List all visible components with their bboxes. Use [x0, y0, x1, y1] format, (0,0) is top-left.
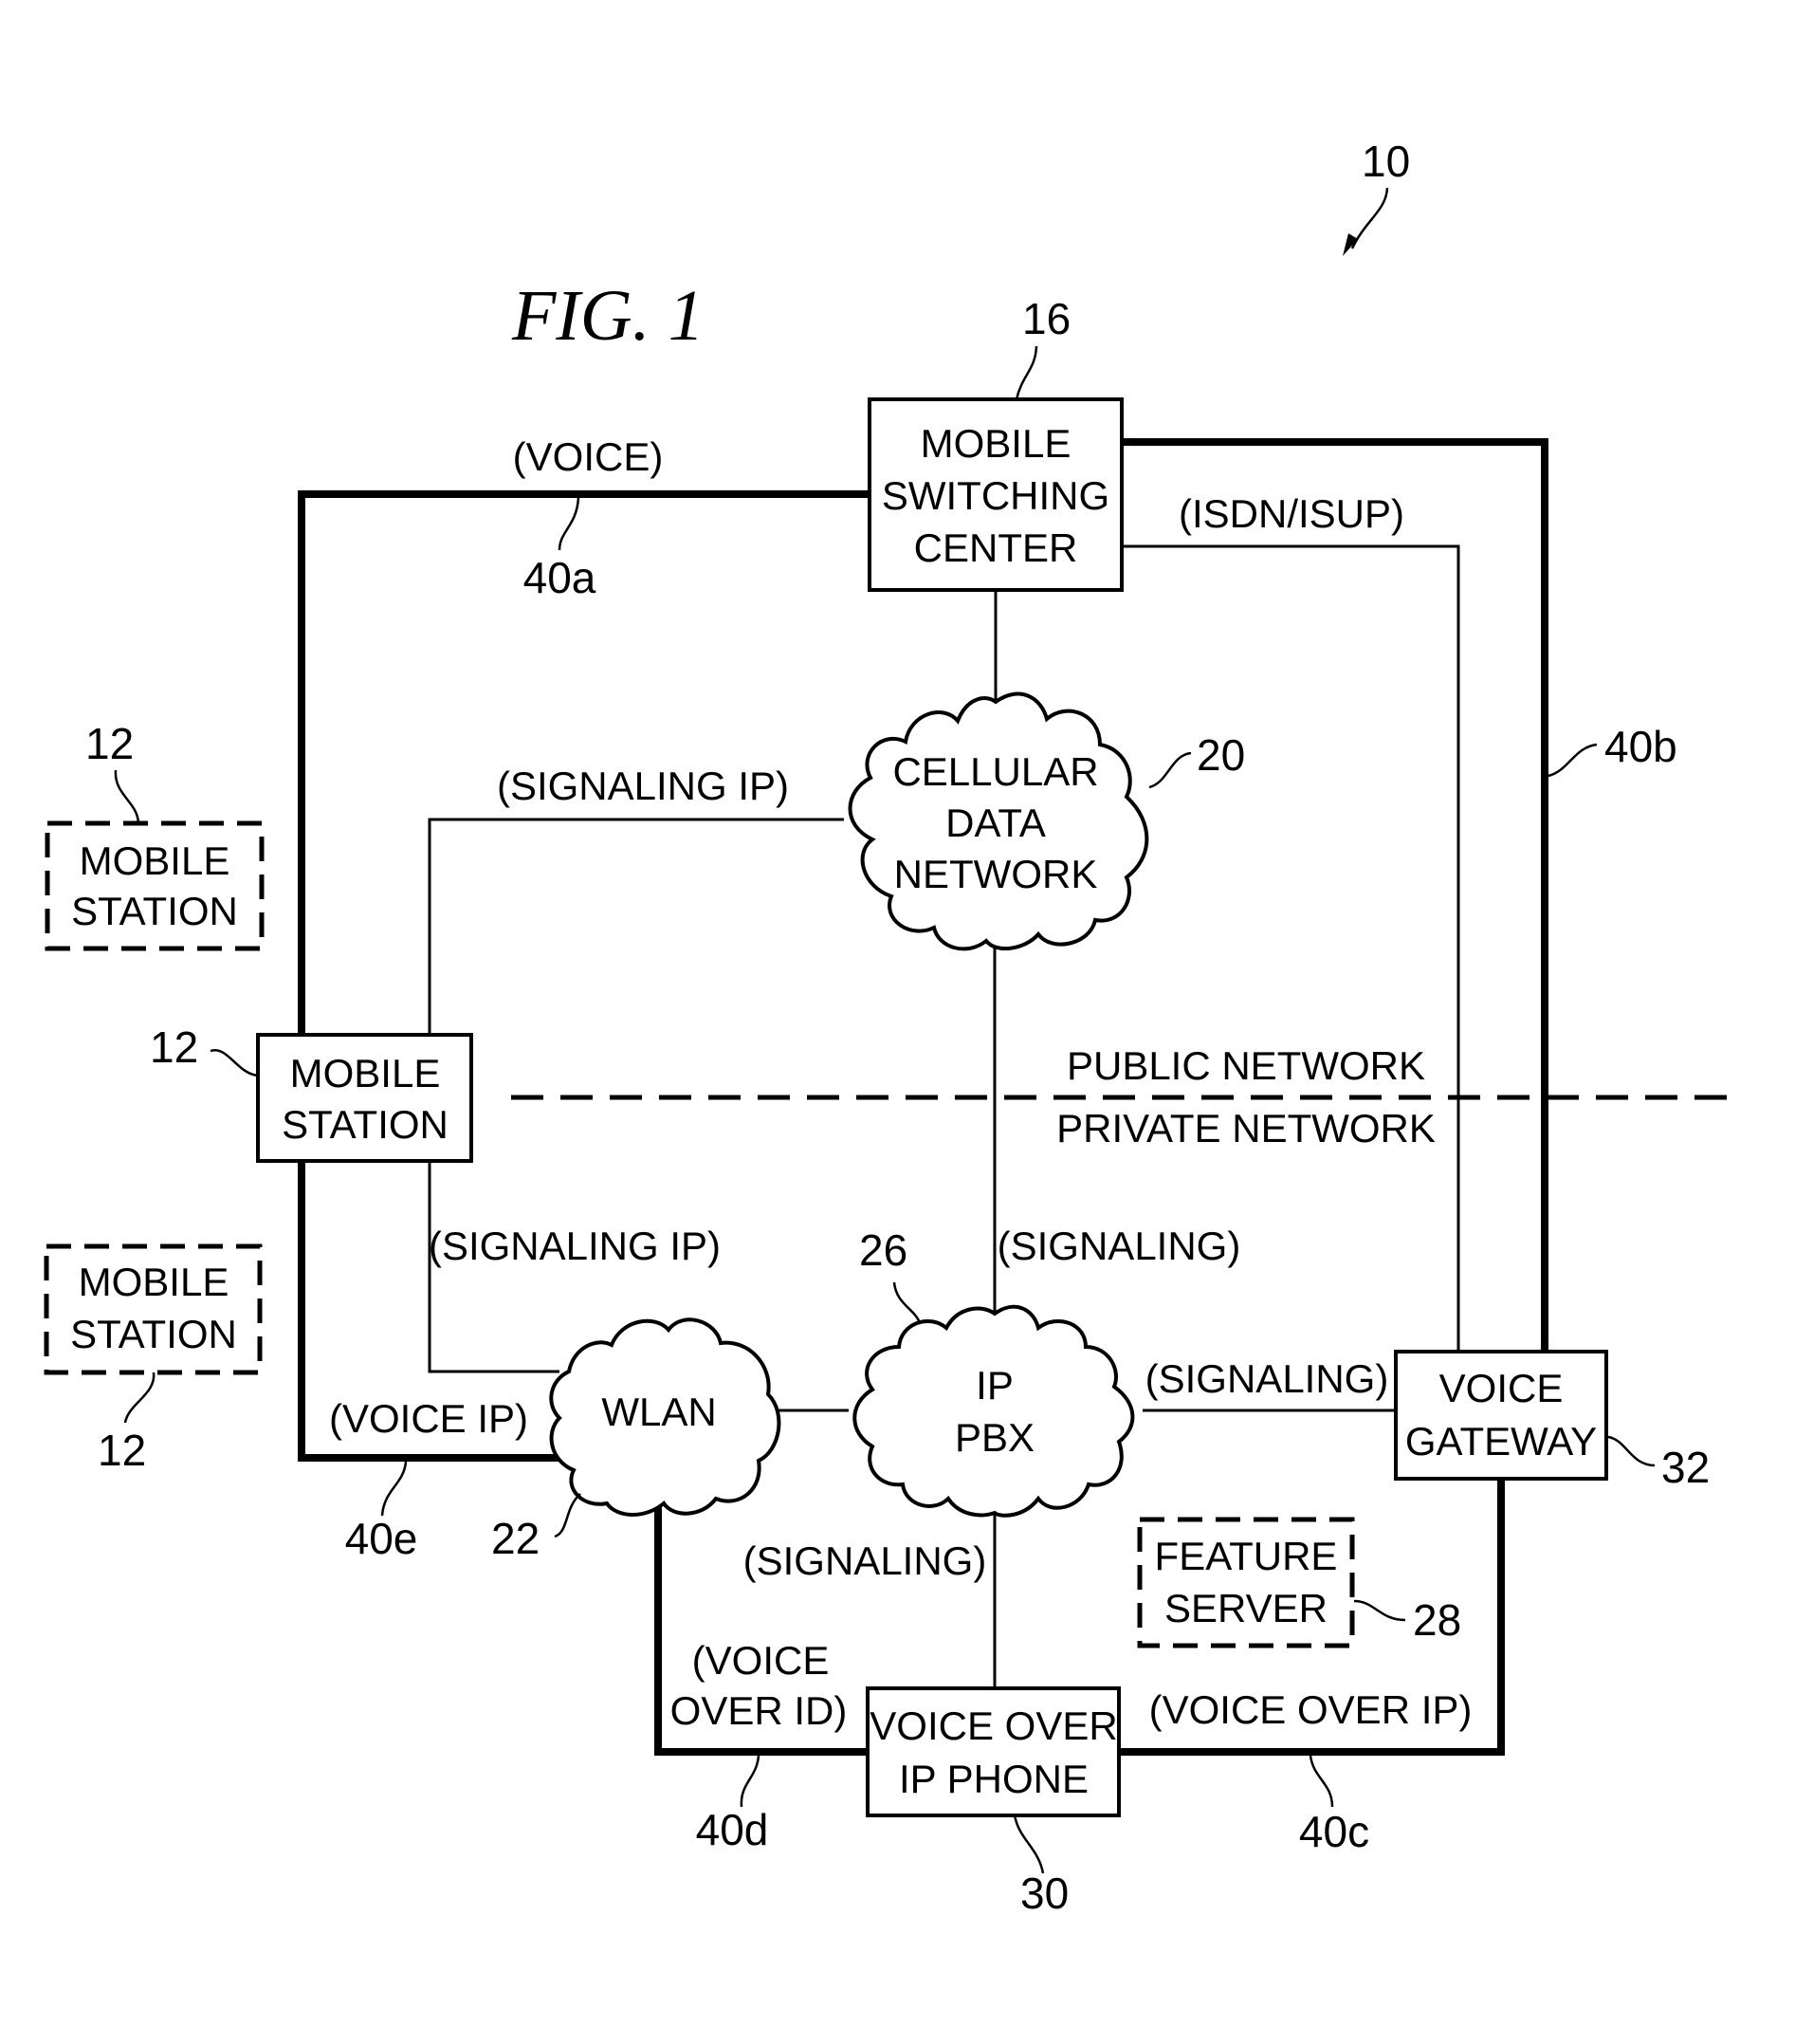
cellular-data-network-cloud: CELLULAR DATA NETWORK — [848, 691, 1149, 951]
ms-lower-leader — [123, 1372, 156, 1424]
ip-pbx-cloud: IP PBX — [852, 1304, 1135, 1518]
mobile-switching-center: MOBILE SWITCHING CENTER — [868, 397, 1124, 592]
ms-main-ref: 12 — [150, 1022, 198, 1072]
svg-text:FEATURE: FEATURE — [1155, 1534, 1338, 1578]
feature-server-ref: 28 — [1413, 1595, 1461, 1645]
phone-leader — [1013, 1814, 1045, 1874]
voice-40a-ref: 40a — [523, 553, 596, 602]
voice-40a-leader — [558, 497, 580, 551]
ms-lower-ref: 12 — [98, 1426, 146, 1475]
voice-40b-ref: 40b — [1604, 722, 1677, 771]
voice-over-ip-phone: VOICE OVER IP PHONE — [866, 1686, 1121, 1817]
svg-text:VOICE OVER: VOICE OVER — [870, 1703, 1117, 1748]
voice-40d-label-line1: (VOICE — [692, 1638, 830, 1683]
isdn-isup-label: (ISDN/ISUP) — [1179, 491, 1404, 536]
svg-text:DATA: DATA — [945, 801, 1046, 845]
system-ref-label: 10 — [1362, 137, 1410, 186]
ms-main-leader — [210, 1049, 259, 1077]
phone-ref: 30 — [1020, 1869, 1069, 1918]
svg-text:STATION: STATION — [70, 1312, 237, 1356]
svg-text:NETWORK: NETWORK — [894, 852, 1098, 896]
signaling-pbx-gateway-label: (SIGNALING) — [1145, 1356, 1389, 1401]
svg-text:IP PHONE: IP PHONE — [899, 1757, 1089, 1801]
msc-ref: 16 — [1022, 294, 1071, 343]
svg-text:SERVER: SERVER — [1164, 1586, 1328, 1630]
public-network-label: PUBLIC NETWORK — [1067, 1043, 1425, 1088]
wlan-cloud: WLAN — [549, 1317, 781, 1517]
svg-text:GATEWAY: GATEWAY — [1405, 1419, 1597, 1464]
svg-text:SWITCHING: SWITCHING — [882, 473, 1109, 518]
voice-40b-leader — [1548, 743, 1598, 778]
gateway-leader — [1607, 1435, 1656, 1467]
voice-40d-ref: 40d — [696, 1805, 769, 1854]
mobile-station-upper-dashed: MOBILE STATION — [45, 820, 265, 951]
svg-text:STATION: STATION — [282, 1102, 449, 1147]
svg-text:MOBILE: MOBILE — [290, 1051, 441, 1096]
mobile-station-main: MOBILE STATION — [256, 1033, 473, 1163]
wlan-leader — [554, 1493, 581, 1538]
wlan-ref: 22 — [491, 1514, 540, 1563]
svg-text:CENTER: CENTER — [914, 525, 1078, 570]
svg-text:MOBILE: MOBILE — [921, 421, 1072, 466]
svg-text:STATION: STATION — [71, 889, 238, 933]
svg-text:VOICE: VOICE — [1439, 1366, 1564, 1410]
feature-server-leader — [1353, 1599, 1406, 1622]
voice-gateway: VOICE GATEWAY — [1394, 1350, 1608, 1481]
voice-link-40b — [1118, 438, 1548, 1355]
voice-40c-ref: 40c — [1299, 1807, 1369, 1856]
svg-text:CELLULAR: CELLULAR — [892, 749, 1098, 794]
svg-text:MOBILE: MOBILE — [79, 1260, 229, 1304]
ip-pbx-ref: 26 — [859, 1225, 907, 1275]
voice-40a-label: (VOICE) — [513, 434, 664, 479]
voice-40d-label-line2: OVER ID) — [670, 1688, 848, 1733]
network-diagram: FIG. 1 10 MOBILE SWITCHING CENTER 16 CEL… — [44, 137, 1731, 1918]
ms-upper-leader — [114, 769, 140, 824]
system-ref-arrow-icon — [1343, 187, 1389, 256]
feature-server-dashed: FEATURE SERVER — [1137, 1517, 1355, 1648]
voice-40d-leader — [740, 1755, 760, 1808]
svg-text:WLAN: WLAN — [601, 1390, 716, 1434]
cellular-ref: 20 — [1197, 730, 1245, 780]
voice-40c-label: (VOICE OVER IP) — [1149, 1687, 1473, 1732]
signaling-pbx-phone-label: (SIGNALING) — [743, 1538, 987, 1583]
ip-pbx-leader — [892, 1281, 922, 1324]
voice-40e-ref: 40e — [345, 1514, 418, 1563]
gateway-ref: 32 — [1661, 1443, 1710, 1492]
signaling-ip-upper-link — [428, 818, 844, 1035]
voice-40c-leader — [1309, 1755, 1334, 1808]
cellular-leader — [1148, 751, 1192, 789]
signaling-cellular-pbx-label: (SIGNALING) — [998, 1224, 1241, 1268]
svg-text:IP: IP — [976, 1363, 1014, 1408]
ms-upper-ref: 12 — [85, 719, 134, 768]
msc-leader — [1015, 345, 1038, 400]
figure-title: FIG. 1 — [511, 276, 705, 356]
signaling-ip-upper-label: (SIGNALING IP) — [497, 764, 789, 808]
voice-40e-leader — [380, 1461, 408, 1517]
private-network-label: PRIVATE NETWORK — [1056, 1106, 1436, 1151]
mobile-station-lower-dashed: MOBILE STATION — [44, 1243, 263, 1375]
svg-text:PBX: PBX — [955, 1415, 1035, 1460]
voice-40e-label: (VOICE IP) — [329, 1396, 528, 1441]
svg-text:MOBILE: MOBILE — [80, 838, 230, 883]
signaling-ip-lower-label: (SIGNALING IP) — [429, 1224, 721, 1268]
